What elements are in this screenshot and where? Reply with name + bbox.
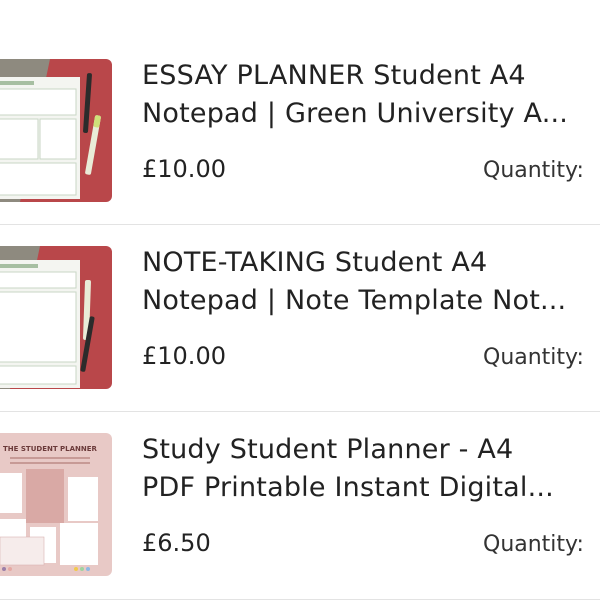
product-title[interactable]: NOTE-TAKING Student A4 Notepad | Note Te… xyxy=(142,244,582,320)
product-title[interactable]: ESSAY PLANNER Student A4 Notepad | Green… xyxy=(142,57,582,133)
quantity-label: Quantity: xyxy=(483,158,584,183)
cart-item-list: ESSAY PLANNER Student A4 Notepad | Green… xyxy=(0,0,600,600)
product-price: £10.00 xyxy=(142,155,226,183)
quantity-label: Quantity: xyxy=(483,345,584,370)
cart-item[interactable]: THE STUDENT PLANNER Study Student Planne… xyxy=(0,411,600,598)
product-title[interactable]: Study Student Planner - A4 PDF Printable… xyxy=(142,431,582,507)
product-price: £6.50 xyxy=(142,529,211,557)
thumbnail-heading: THE STUDENT PLANNER xyxy=(3,445,98,453)
product-title-line1[interactable]: ESSAY PLANNER Student A4 xyxy=(142,57,582,95)
product-title-line1[interactable]: Study Student Planner - A4 xyxy=(142,431,582,469)
product-title-line2[interactable]: Notepad | Note Template Not... xyxy=(142,282,582,320)
cart-item[interactable]: NOTE-TAKING Student A4 Notepad | Note Te… xyxy=(0,224,600,411)
product-thumbnail[interactable] xyxy=(0,246,112,389)
product-title-line2[interactable]: PDF Printable Instant Digital... xyxy=(142,469,582,507)
product-thumbnail[interactable]: THE STUDENT PLANNER xyxy=(0,433,112,576)
product-title-line1[interactable]: NOTE-TAKING Student A4 xyxy=(142,244,582,282)
cart-item[interactable]: ESSAY PLANNER Student A4 Notepad | Green… xyxy=(0,37,600,224)
quantity-label: Quantity: xyxy=(483,532,584,557)
product-price: £10.00 xyxy=(142,342,226,370)
product-thumbnail[interactable] xyxy=(0,59,112,202)
product-title-line2[interactable]: Notepad | Green University A... xyxy=(142,95,582,133)
